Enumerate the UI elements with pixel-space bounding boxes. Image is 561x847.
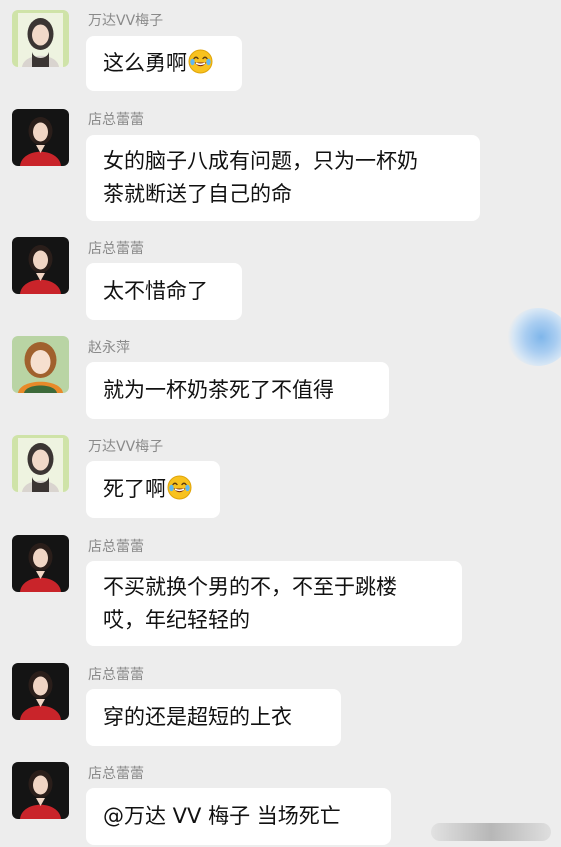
message-bubble[interactable]: 太不惜命了 xyxy=(86,263,242,320)
sender-name: 赵永萍 xyxy=(88,340,130,356)
sender-name: 万达VV梅子 xyxy=(88,13,164,29)
avatar-meizi-icon[interactable] xyxy=(12,435,69,492)
message-text: 太不惜命了 xyxy=(103,279,208,303)
message-bubble[interactable]: @万达 VV 梅子 当场死亡 xyxy=(86,788,391,845)
avatar-leilei-icon[interactable] xyxy=(12,535,69,592)
message-text: 穿的还是超短的上衣 xyxy=(103,705,292,729)
message-bubble[interactable]: 这么勇啊 xyxy=(86,36,242,91)
message-bubble[interactable]: 死了啊 xyxy=(86,461,220,518)
avatar-leilei-icon[interactable] xyxy=(12,237,69,294)
sender-name: 店总蕾蕾 xyxy=(88,241,144,257)
message-text: @万达 VV 梅子 当场死亡 xyxy=(103,804,341,828)
message-text-line: 不买就换个男的不，不至于跳楼 xyxy=(103,575,397,599)
sender-name: 万达VV梅子 xyxy=(88,439,164,455)
avatar-meizi-icon[interactable] xyxy=(12,10,69,67)
message-bubble[interactable]: 女的脑子八成有问题，只为一杯奶 茶就断送了自己的命 xyxy=(86,135,480,221)
message-bubble[interactable]: 不买就换个男的不，不至于跳楼 哎，年纪轻轻的 xyxy=(86,561,462,646)
sender-name: 店总蕾蕾 xyxy=(88,667,144,683)
sender-name: 店总蕾蕾 xyxy=(88,112,144,128)
sender-name: 店总蕾蕾 xyxy=(88,539,144,555)
laughing-crying-emoji-icon xyxy=(188,49,213,74)
message-text-line: 茶就断送了自己的命 xyxy=(103,182,292,206)
avatar-zhaoyongping-icon[interactable] xyxy=(12,336,69,393)
avatar-leilei-icon[interactable] xyxy=(12,663,69,720)
message-text: 这么勇啊 xyxy=(103,51,187,75)
sender-name: 店总蕾蕾 xyxy=(88,766,144,782)
message-text: 就为一杯奶茶死了不值得 xyxy=(103,378,334,402)
blurred-overlay xyxy=(507,308,561,366)
message-text-line: 哎，年纪轻轻的 xyxy=(103,608,250,632)
avatar-leilei-icon[interactable] xyxy=(12,762,69,819)
message-text: 死了啊 xyxy=(103,477,166,501)
message-text-line: 女的脑子八成有问题，只为一杯奶 xyxy=(103,149,418,173)
message-bubble[interactable]: 穿的还是超短的上衣 xyxy=(86,689,341,746)
message-bubble[interactable]: 就为一杯奶茶死了不值得 xyxy=(86,362,389,419)
laughing-crying-emoji-icon xyxy=(167,475,192,500)
blurred-watermark xyxy=(431,823,551,841)
avatar-leilei-icon[interactable] xyxy=(12,109,69,166)
